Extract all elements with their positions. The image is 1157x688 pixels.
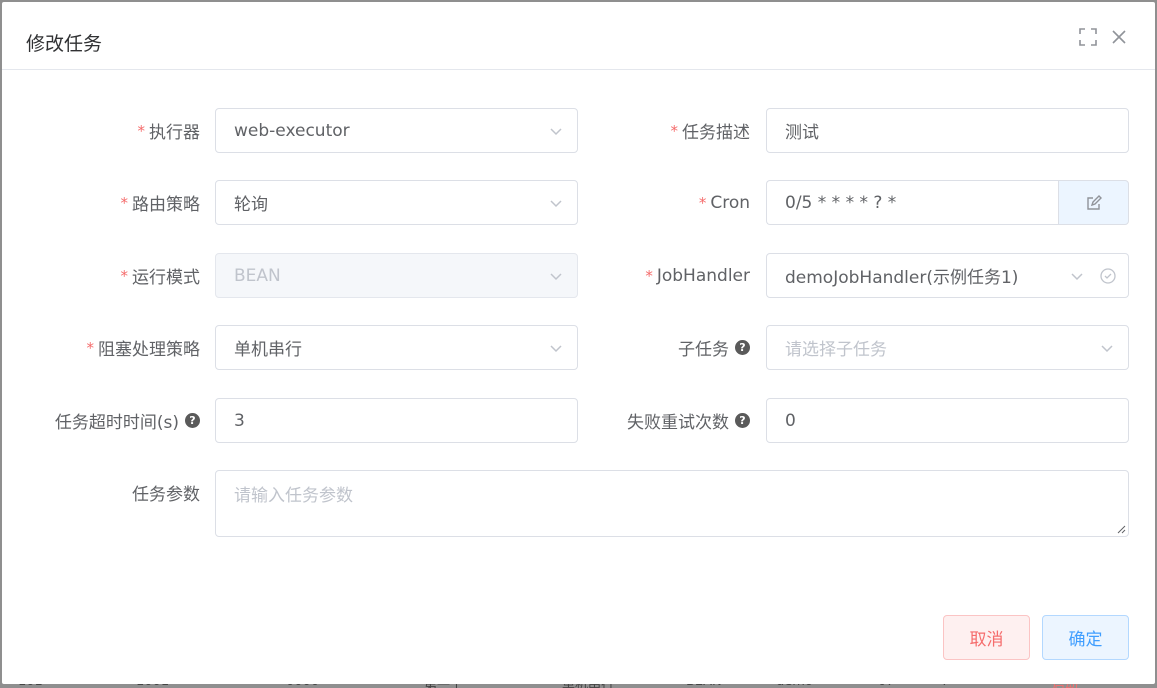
run-mode-label-text: 运行模式 xyxy=(132,268,200,288)
required-mark: * xyxy=(698,193,707,212)
block-strategy-label: * 阻塞处理策略 xyxy=(2,325,201,370)
chevron-down-icon xyxy=(1101,345,1113,353)
task-desc-label: * 任务描述 xyxy=(582,108,751,153)
help-icon[interactable]: ? xyxy=(185,413,200,428)
run-mode-select: BEAN xyxy=(215,253,578,298)
check-circle-icon xyxy=(1100,268,1116,284)
required-mark: * xyxy=(645,266,653,285)
timeout-label: 任务超时时间(s) ? xyxy=(2,398,200,443)
confirm-button[interactable]: 确定 xyxy=(1042,615,1129,660)
route-label: * 路由策略 xyxy=(2,180,201,225)
params-placeholder: 请输入任务参数 xyxy=(234,486,353,506)
params-textarea[interactable]: 请输入任务参数 xyxy=(215,470,1129,537)
task-desc-label-text: 任务描述 xyxy=(682,123,750,143)
retry-label: 失败重试次数 ? xyxy=(582,398,750,443)
job-handler-label: * JobHandler xyxy=(582,253,750,298)
cron-edit-button[interactable] xyxy=(1058,180,1129,225)
edit-task-dialog: 修改任务 * 执行器 web-executor * 任务描述 测试 * 路由策略… xyxy=(2,2,1155,684)
form-item-cron: * Cron 0/5 * * * * ? * xyxy=(582,180,1152,225)
fullscreen-icon xyxy=(1079,28,1097,46)
child-task-label: 子任务 ? xyxy=(582,325,750,370)
cron-label: * Cron xyxy=(582,180,750,225)
resize-handle-icon[interactable] xyxy=(1116,524,1126,534)
params-label-text: 任务参数 xyxy=(132,485,200,505)
form-item-timeout: 任务超时时间(s) ? 3 xyxy=(2,398,582,443)
task-desc-input[interactable]: 测试 xyxy=(766,108,1129,153)
fullscreen-button[interactable] xyxy=(1077,26,1099,48)
run-mode-value: BEAN xyxy=(234,265,281,286)
chevron-down-icon xyxy=(1071,273,1083,281)
child-task-placeholder: 请选择子任务 xyxy=(785,340,887,360)
required-mark: * xyxy=(120,266,129,285)
cron-label-text: Cron xyxy=(710,192,750,213)
cron-input[interactable]: 0/5 * * * * ? * xyxy=(766,180,1060,225)
job-handler-value: demoJobHandler(示例任务1) xyxy=(785,268,1019,288)
edit-icon xyxy=(1086,194,1102,210)
required-mark: * xyxy=(670,121,679,140)
block-strategy-value: 单机串行 xyxy=(234,340,302,360)
form-item-task-desc: * 任务描述 测试 xyxy=(582,108,1152,153)
executor-select[interactable]: web-executor xyxy=(215,108,578,153)
block-strategy-select[interactable]: 单机串行 xyxy=(215,325,578,370)
route-label-text: 路由策略 xyxy=(132,195,200,215)
form-item-block-strategy: * 阻塞处理策略 单机串行 xyxy=(2,325,582,370)
help-icon[interactable]: ? xyxy=(735,340,750,355)
timeout-value: 3 xyxy=(234,410,245,431)
required-mark: * xyxy=(86,338,95,357)
params-label: 任务参数 xyxy=(2,470,200,515)
cron-value: 0/5 * * * * ? * xyxy=(785,192,897,213)
chevron-down-icon xyxy=(550,273,562,281)
child-task-select[interactable]: 请选择子任务 xyxy=(766,325,1129,370)
close-button[interactable] xyxy=(1108,26,1130,48)
form-item-executor: * 执行器 web-executor xyxy=(2,108,582,153)
dialog-title: 修改任务 xyxy=(26,33,103,55)
dialog-header: 修改任务 xyxy=(2,2,1155,70)
task-desc-value: 测试 xyxy=(785,123,819,143)
form-item-run-mode: * 运行模式 BEAN xyxy=(2,253,582,298)
form-item-job-handler: * JobHandler demoJobHandler(示例任务1) xyxy=(582,253,1152,298)
executor-label-text: 执行器 xyxy=(149,123,200,143)
timeout-label-text: 任务超时时间(s) xyxy=(54,413,179,433)
job-handler-label-text: JobHandler xyxy=(656,265,750,286)
help-icon[interactable]: ? xyxy=(735,413,750,428)
retry-input[interactable]: 0 xyxy=(766,398,1129,443)
form-item-route: * 路由策略 轮询 xyxy=(2,180,582,225)
timeout-input[interactable]: 3 xyxy=(215,398,578,443)
run-mode-label: * 运行模式 xyxy=(2,253,201,298)
form-item-retry: 失败重试次数 ? 0 xyxy=(582,398,1152,443)
required-mark: * xyxy=(120,193,129,212)
close-icon xyxy=(1112,30,1126,44)
chevron-down-icon xyxy=(550,128,562,136)
cancel-button[interactable]: 取消 xyxy=(943,615,1030,660)
executor-label: * 执行器 xyxy=(2,108,201,153)
form-item-child-task: 子任务 ? 请选择子任务 xyxy=(582,325,1152,370)
chevron-down-icon xyxy=(550,200,562,208)
chevron-down-icon xyxy=(550,345,562,353)
block-strategy-label-text: 阻塞处理策略 xyxy=(98,340,200,360)
job-handler-select[interactable]: demoJobHandler(示例任务1) xyxy=(766,253,1129,298)
route-value: 轮询 xyxy=(234,195,268,215)
retry-label-text: 失败重试次数 xyxy=(627,413,729,433)
executor-value: web-executor xyxy=(234,120,350,141)
required-mark: * xyxy=(137,121,146,140)
retry-value: 0 xyxy=(785,410,796,431)
route-select[interactable]: 轮询 xyxy=(215,180,578,225)
child-task-label-text: 子任务 xyxy=(678,340,729,360)
